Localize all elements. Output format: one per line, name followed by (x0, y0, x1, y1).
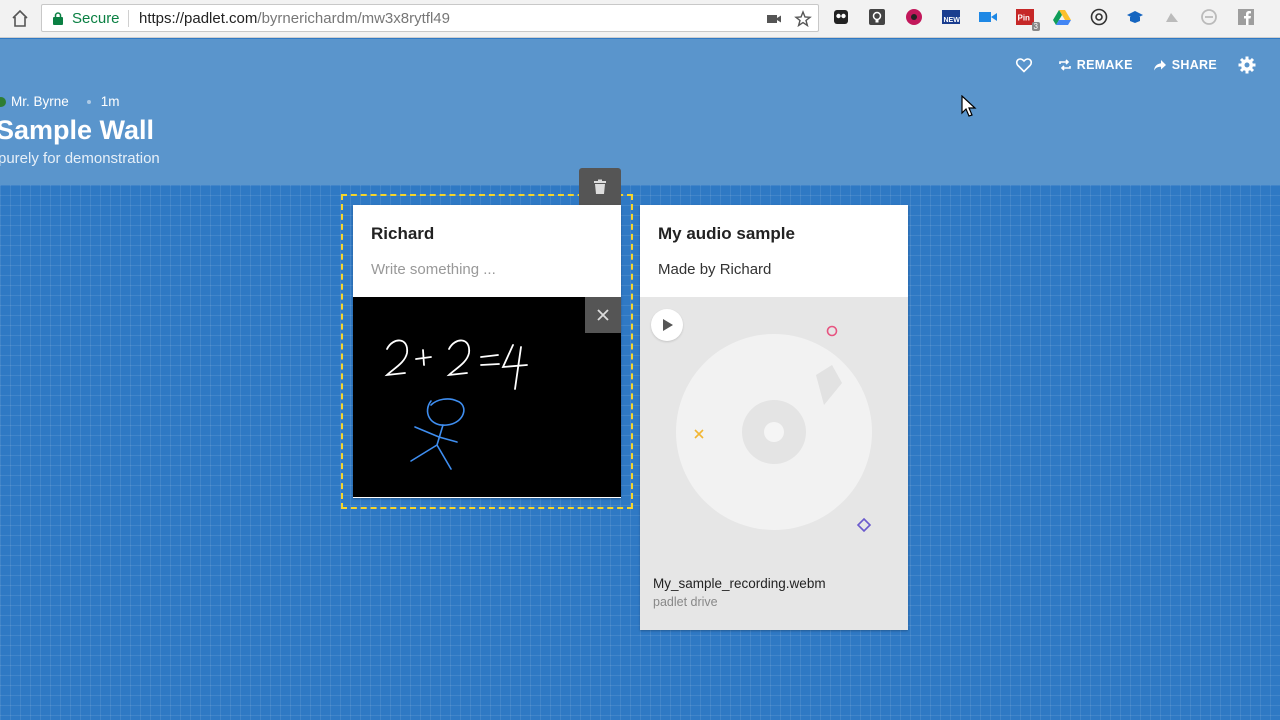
separator-dot (86, 99, 91, 104)
header-actions: REMAKE SHARE (995, 55, 1262, 75)
news-icon[interactable]: NEW (940, 6, 962, 28)
post-body[interactable]: Made by Richard (658, 261, 771, 278)
pinterest-icon[interactable]: Pin 3 (1014, 6, 1040, 31)
shield-icon[interactable] (1198, 6, 1220, 28)
chrome-icon[interactable] (1088, 6, 1110, 28)
audio-attachment[interactable]: My_sample_recording.webm padlet drive (640, 297, 908, 630)
author-line: Mr. Byrne 1m (0, 94, 120, 109)
settings-button[interactable] (1237, 55, 1262, 75)
post-card[interactable]: Richard Write something ... (353, 205, 621, 498)
home-icon[interactable] (8, 7, 32, 31)
browser-toolbar: Secure https://padlet.com/byrnerichardm/… (0, 0, 1280, 38)
post-time: 1m (100, 94, 120, 109)
heart-icon (1015, 58, 1032, 73)
url-text[interactable]: https://padlet.com/byrnerichardm/mw3x8ry… (139, 10, 450, 27)
secure-label: Secure (72, 10, 120, 27)
play-icon (663, 319, 673, 331)
owl-icon[interactable] (830, 6, 852, 28)
disc-illustration (676, 325, 872, 533)
play-button[interactable] (651, 309, 683, 341)
file-source: padlet drive (653, 595, 718, 609)
remove-attachment-button[interactable] (585, 297, 621, 333)
svg-text:NEW: NEW (944, 17, 961, 24)
file-name[interactable]: My_sample_recording.webm (653, 576, 826, 591)
like-button[interactable] (1015, 56, 1038, 74)
drive-icon[interactable] (1051, 6, 1073, 28)
mouse-cursor-icon (961, 94, 977, 124)
gear-icon (1238, 56, 1256, 74)
camera-icon[interactable] (765, 10, 783, 28)
lock-icon (52, 12, 64, 25)
url-path: /byrnerichardm/mw3x8rytfl49 (257, 10, 450, 27)
drawing-attachment[interactable] (353, 297, 621, 497)
share-button[interactable]: SHARE (1153, 58, 1217, 72)
wall-description[interactable]: purely for demonstration (0, 150, 160, 167)
remake-label: REMAKE (1076, 58, 1133, 72)
close-icon (597, 309, 609, 321)
divider (128, 10, 129, 27)
author-name[interactable]: Mr. Byrne (11, 94, 69, 109)
remake-button[interactable]: REMAKE (1058, 58, 1133, 72)
svg-text:Pin: Pin (1018, 14, 1031, 23)
cloud-icon[interactable] (1161, 6, 1183, 28)
wall-title[interactable]: Sample Wall (0, 115, 154, 146)
post-card[interactable]: My audio sample Made by Richard My_sampl… (640, 205, 908, 630)
post-title[interactable]: Richard (371, 224, 434, 244)
wall-header: REMAKE SHARE Mr. Byrne 1m Sample Wall pu… (0, 39, 1280, 185)
trash-icon (594, 179, 606, 194)
address-bar[interactable]: Secure https://padlet.com/byrnerichardm/… (41, 4, 819, 32)
share-label: SHARE (1171, 58, 1217, 72)
share-icon (1153, 60, 1166, 71)
post-title[interactable]: My audio sample (658, 224, 795, 244)
facebook-icon[interactable] (1235, 6, 1257, 28)
url-host: https://padlet.com (139, 10, 258, 27)
lightbulb-icon[interactable] (866, 6, 888, 28)
extension-badge: 3 (1031, 22, 1040, 31)
screencast-icon[interactable] (977, 6, 999, 28)
post-body-input[interactable]: Write something ... (371, 261, 496, 278)
school-icon[interactable] (1124, 6, 1146, 28)
star-icon[interactable] (794, 10, 812, 28)
avatar[interactable] (0, 96, 6, 107)
music-icon[interactable] (903, 6, 925, 28)
repeat-icon (1058, 59, 1071, 71)
delete-post-button[interactable] (579, 168, 621, 206)
